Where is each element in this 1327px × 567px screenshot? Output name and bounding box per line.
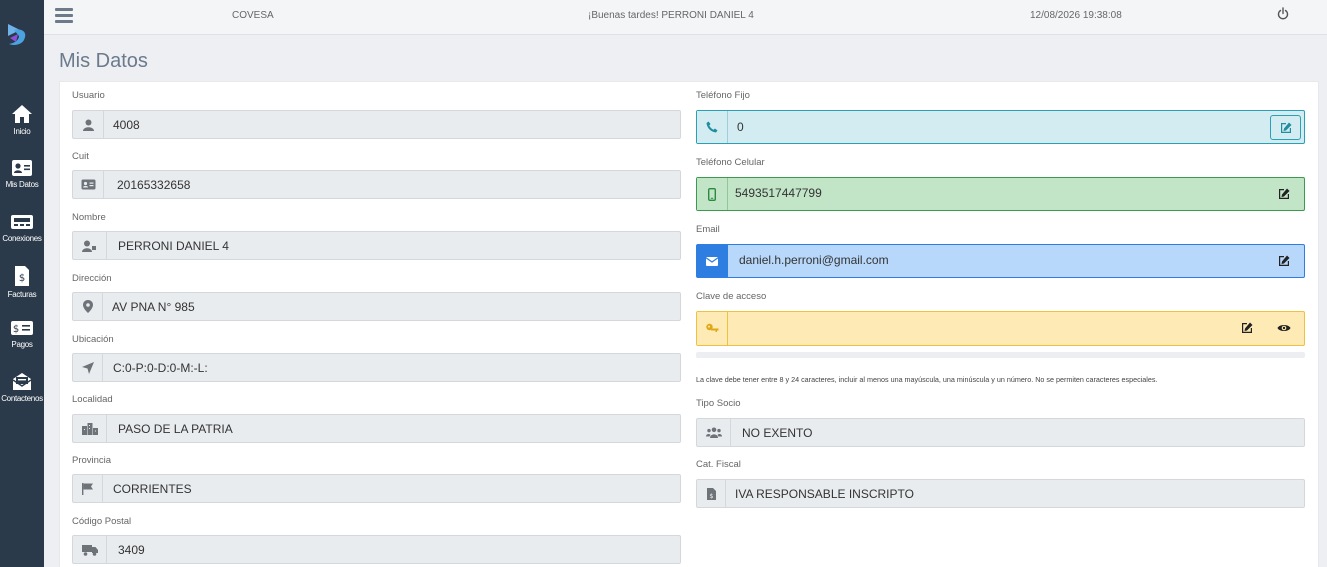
top-bar: COVESA ¡Buenas tardes! PERRONI DANIEL 4 … xyxy=(44,0,1327,35)
direccion-label: Dirección xyxy=(72,273,112,284)
edit-email-button[interactable] xyxy=(1273,250,1295,272)
id-card-icon xyxy=(12,160,32,176)
tipo-socio-value: NO EXENTO xyxy=(742,426,813,440)
eye-icon xyxy=(1277,325,1291,331)
edit-icon xyxy=(1279,188,1290,199)
nombre-field: PERRONI DANIEL 4 xyxy=(72,231,681,260)
key-icon xyxy=(697,312,728,345)
user-tag-icon xyxy=(73,232,107,259)
cuit-field: 20165332658 xyxy=(72,170,681,199)
nombre-label: Nombre xyxy=(72,212,106,223)
menu-toggle-button[interactable] xyxy=(55,8,73,24)
cat-fiscal-label: Cat. Fiscal xyxy=(696,459,741,470)
edit-telefono-celular-button[interactable] xyxy=(1273,183,1295,205)
sidebar-item-label: Conexiones xyxy=(2,234,42,243)
codigo-postal-value: 3409 xyxy=(118,543,145,557)
provincia-label: Provincia xyxy=(72,455,112,466)
provincia-value: CORRIENTES xyxy=(113,482,192,496)
password-strength-bar xyxy=(696,352,1305,358)
codigo-postal-field: 3409 xyxy=(72,535,681,564)
meter-icon xyxy=(11,215,33,229)
telefono-celular-field: 5493517447799 xyxy=(696,177,1305,211)
edit-telefono-fijo-button[interactable] xyxy=(1270,115,1301,140)
telefono-celular-label: Teléfono Celular xyxy=(696,157,765,168)
file-invoice-icon: $ xyxy=(697,480,726,507)
usuario-value: 4008 xyxy=(113,118,140,132)
svg-text:$: $ xyxy=(19,273,25,284)
power-icon[interactable] xyxy=(1277,7,1289,21)
datetime-text: 12/08/2026 19:38:08 xyxy=(1030,10,1122,21)
usuario-field: 4008 xyxy=(72,110,681,139)
sidebar-item-label: Facturas xyxy=(7,290,37,299)
svg-text:$: $ xyxy=(709,492,713,500)
ubicacion-field: C:0-P:0-D:0-M:-L: xyxy=(72,353,681,382)
map-marker-icon xyxy=(73,293,103,320)
edit-icon xyxy=(1279,255,1290,266)
localidad-label: Localidad xyxy=(72,394,113,405)
ubicacion-label: Ubicación xyxy=(72,334,114,345)
envelope-icon xyxy=(697,245,728,277)
svg-text:$: $ xyxy=(13,324,19,335)
telefono-celular-value[interactable]: 5493517447799 xyxy=(735,186,822,200)
truck-icon xyxy=(73,536,107,563)
cat-fiscal-field: $ IVA RESPONSABLE INSCRIPTO xyxy=(696,479,1305,508)
localidad-value: PASO DE LA PATRIA xyxy=(118,422,233,436)
money-icon: $ xyxy=(11,321,33,335)
flag-icon xyxy=(73,475,103,502)
provincia-field: CORRIENTES xyxy=(72,474,681,503)
page-title: Mis Datos xyxy=(59,50,148,72)
direccion-field: AV PNA N° 985 xyxy=(72,292,681,321)
home-icon xyxy=(12,105,32,123)
sidebar-item-mis-datos[interactable]: Mis Datos xyxy=(0,159,44,209)
sidebar-item-label: Pagos xyxy=(11,340,33,349)
cuit-value: 20165332658 xyxy=(117,178,191,192)
nombre-value: PERRONI DANIEL 4 xyxy=(118,239,229,253)
sidebar-item-label: Mis Datos xyxy=(5,180,39,189)
telefono-fijo-value[interactable]: 0 xyxy=(737,120,744,134)
phone-icon xyxy=(697,111,728,143)
localidad-field: PASO DE LA PATRIA xyxy=(72,414,681,443)
location-arrow-icon xyxy=(73,354,103,381)
mobile-icon xyxy=(697,178,728,210)
id-card-icon xyxy=(73,171,104,198)
email-field: daniel.h.perroni@gmail.com xyxy=(696,244,1305,278)
tipo-socio-label: Tipo Socio xyxy=(696,398,741,409)
show-password-button[interactable] xyxy=(1273,317,1295,339)
telefono-fijo-field: 0 xyxy=(696,110,1305,144)
sidebar-item-contactenos[interactable]: Contactenos xyxy=(0,371,44,421)
user-icon xyxy=(73,111,104,138)
app-logo[interactable] xyxy=(0,18,44,50)
cuit-label: Cuit xyxy=(72,151,89,162)
sidebar: Inicio Mis Datos Conexiones $ Facturas $… xyxy=(0,0,44,567)
telefono-fijo-label: Teléfono Fijo xyxy=(696,90,750,101)
sidebar-item-pagos[interactable]: $ Pagos xyxy=(0,319,44,369)
sidebar-item-inicio[interactable]: Inicio xyxy=(0,104,44,154)
sidebar-item-conexiones[interactable]: Conexiones xyxy=(0,213,44,263)
clave-label: Clave de acceso xyxy=(696,291,767,302)
cat-fiscal-value: IVA RESPONSABLE INSCRIPTO xyxy=(735,487,914,501)
ubicacion-value: C:0-P:0-D:0-M:-L: xyxy=(113,361,208,375)
company-name: COVESA xyxy=(232,10,274,21)
users-icon xyxy=(697,419,731,446)
invoice-icon: $ xyxy=(15,266,29,286)
edit-icon xyxy=(1242,322,1253,333)
sidebar-item-facturas[interactable]: $ Facturas xyxy=(0,265,44,315)
city-icon xyxy=(73,415,107,442)
sidebar-item-label: Contactenos xyxy=(1,394,43,403)
direccion-value: AV PNA N° 985 xyxy=(112,300,195,314)
greeting-text: ¡Buenas tardes! PERRONI DANIEL 4 xyxy=(588,10,754,21)
email-label: Email xyxy=(696,224,720,235)
sidebar-item-label: Inicio xyxy=(13,127,31,136)
edit-clave-button[interactable] xyxy=(1236,317,1258,339)
password-hint: La clave debe tener entre 8 y 24 caracte… xyxy=(696,375,1158,384)
email-value[interactable]: daniel.h.perroni@gmail.com xyxy=(739,253,889,267)
tipo-socio-field: NO EXENTO xyxy=(696,418,1305,447)
clave-field xyxy=(696,311,1305,346)
envelope-open-icon xyxy=(12,373,32,390)
edit-icon xyxy=(1280,122,1291,133)
codigo-postal-label: Código Postal xyxy=(72,516,132,527)
usuario-label: Usuario xyxy=(72,90,105,101)
